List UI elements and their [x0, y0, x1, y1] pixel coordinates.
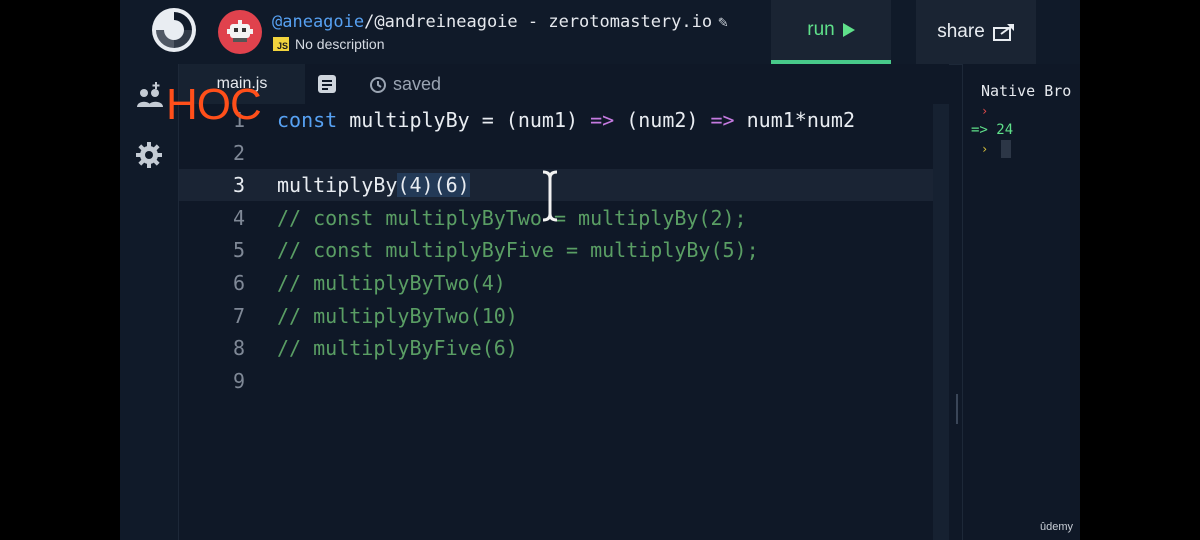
repl-title[interactable]: @aneagoie/@andreineagoie - zerotomastery…	[272, 12, 728, 32]
app-frame: @aneagoie/@andreineagoie - zerotomastery…	[120, 0, 1080, 540]
avatar[interactable]	[218, 10, 262, 54]
code-line[interactable]: 7 // multiplyByTwo(10)	[179, 300, 949, 332]
avatar-icon	[227, 20, 253, 42]
run-button[interactable]: run	[771, 0, 891, 64]
document-icon[interactable]	[317, 74, 337, 94]
code-token: // multiplyByFive(6)	[277, 336, 518, 361]
code-token: // const multiplyByFive = multiplyBy(5);	[277, 238, 759, 263]
code-line[interactable]: 6 // multiplyByTwo(4)	[179, 267, 949, 299]
code-line[interactable]: 5 // const multiplyByFive = multiplyBy(5)…	[179, 234, 949, 266]
code-line[interactable]: 4 // const multiplyByTwo = multiplyBy(2);	[179, 202, 949, 234]
udemy-brand: ûdemy	[1040, 521, 1074, 533]
code-token: multiplyBy = (num1)	[349, 108, 591, 132]
left-sidebar	[120, 64, 179, 540]
description-text: No description	[295, 36, 385, 52]
line-number: 3	[232, 173, 245, 198]
console-title: Native Bro	[981, 82, 1072, 100]
code-token: (4)(6)	[397, 173, 470, 198]
code-token: // multiplyByTwo(10)	[277, 303, 518, 328]
code-text: multiplyBy(4)(6)	[277, 169, 470, 201]
save-status-label: saved	[393, 74, 442, 94]
code-token: =>	[710, 108, 735, 132]
play-icon	[842, 23, 855, 37]
code-token: =>	[590, 108, 615, 132]
code-token: multiplyBy	[277, 173, 398, 198]
code-line[interactable]: 8 // multiplyByFive(6)	[179, 332, 949, 364]
replit-logo-icon[interactable]	[150, 6, 198, 54]
code-text: // multiplyByTwo(10)	[277, 300, 518, 332]
console-pane[interactable]: Native Bro › => 24 ›	[962, 64, 1080, 540]
editor-scrollbar[interactable]	[933, 104, 949, 540]
code-text: // const multiplyByFive = multiplyBy(5);	[277, 234, 759, 266]
console-input[interactable]	[1001, 140, 1011, 158]
line-number: 6	[232, 271, 245, 295]
code-line[interactable]: 1 const multiplyBy = (num1) => (num2) => …	[179, 104, 949, 136]
run-label: run	[807, 19, 835, 40]
code-token: num1*num2	[734, 108, 856, 132]
hoc-watermark: HOC	[166, 80, 262, 129]
code-line[interactable]: 2	[179, 137, 949, 169]
repl-description[interactable]: JS No description	[273, 36, 385, 52]
line-number: 4	[232, 205, 245, 230]
console-prompt: ›	[981, 104, 989, 118]
gear-icon[interactable]	[136, 142, 162, 173]
code-editor[interactable]: 1 const multiplyBy = (num1) => (num2) => …	[179, 104, 949, 540]
share-button[interactable]: share	[916, 0, 1036, 64]
console-result: => 24	[971, 122, 1014, 138]
line-number: 9	[232, 368, 245, 393]
line-number: 7	[232, 303, 245, 328]
file-tabs: main.js saved	[179, 64, 949, 104]
code-token: // const multiplyByTwo = multiplyBy(2);	[277, 205, 747, 230]
code-token: // multiplyByTwo(4)	[277, 271, 506, 295]
add-user-icon[interactable]	[136, 82, 164, 113]
save-status: saved	[369, 74, 441, 95]
text-cursor-icon	[542, 170, 558, 222]
code-token: const	[277, 108, 350, 132]
pane-resize-handle[interactable]	[956, 394, 958, 424]
pencil-icon[interactable]: ✎	[718, 12, 728, 31]
code-text: // const multiplyByTwo = multiplyBy(2);	[277, 202, 747, 234]
line-number: 5	[232, 238, 245, 263]
top-bar: @aneagoie/@andreineagoie - zerotomastery…	[120, 0, 1080, 65]
code-line[interactable]: 3 multiplyBy(4)(6)	[179, 169, 949, 202]
code-line[interactable]: 9	[179, 365, 949, 397]
code-text: // multiplyByTwo(4)	[277, 267, 506, 299]
repl-user-link[interactable]: @aneagoie	[272, 12, 364, 32]
repl-path: /@andreineagoie - zerotomastery.io	[364, 12, 713, 32]
code-text: const multiplyBy = (num1) => (num2) => n…	[277, 104, 855, 136]
code-token: (num2)	[614, 108, 711, 132]
line-number: 2	[232, 140, 245, 165]
line-number: 8	[232, 336, 245, 361]
share-label: share	[937, 21, 985, 42]
console-input-prompt: ›	[981, 142, 989, 156]
code-text: // multiplyByFive(6)	[277, 332, 518, 364]
js-badge: JS	[273, 37, 289, 51]
history-icon	[370, 76, 386, 93]
share-icon	[992, 24, 1014, 41]
